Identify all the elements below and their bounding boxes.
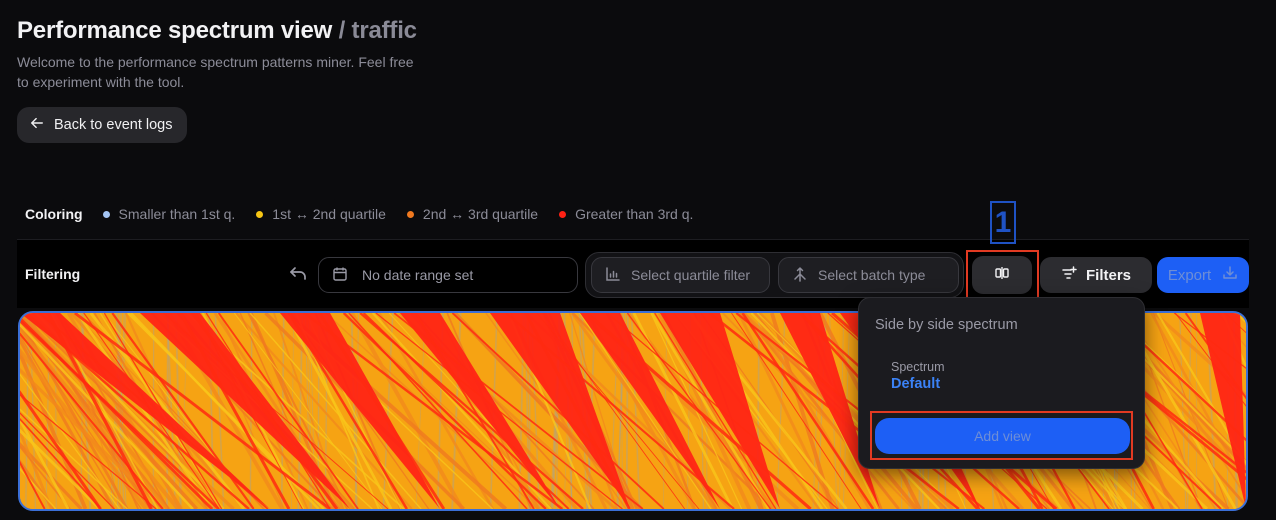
legend-item-q2-q3: 2nd ↔ 3rd quartile	[406, 206, 539, 222]
legend-dot-icon	[559, 210, 567, 218]
highlight-side-by-side-button	[966, 250, 1039, 299]
export-button[interactable]: Export	[1157, 257, 1249, 293]
page-title-main: Performance spectrum view	[17, 17, 333, 44]
filters-button[interactable]: Filters	[1040, 257, 1152, 293]
legend-item-q1-q2: 1st ↔ 2nd quartile	[256, 206, 386, 222]
spectrum-value[interactable]: Default	[891, 376, 940, 392]
legend-label: 1st ↔ 2nd quartile	[272, 206, 386, 222]
batch-type-select[interactable]: Select batch type	[778, 257, 959, 293]
quartile-filter-select[interactable]: Select quartile filter	[591, 257, 770, 293]
annotation-marker: 1	[990, 201, 1016, 244]
download-icon	[1222, 265, 1238, 285]
date-range-placeholder: No date range set	[362, 267, 474, 283]
popover-title: Side by side spectrum	[875, 317, 1018, 333]
page-description: Welcome to the performance spectrum patt…	[17, 54, 414, 90]
date-range-picker[interactable]: No date range set	[318, 257, 578, 293]
legend-label: 2nd ↔ 3rd quartile	[422, 206, 539, 222]
coloring-label: Coloring	[25, 206, 83, 222]
coloring-legend: Coloring Smaller than 1st q. 1st ↔ 2nd q…	[25, 204, 714, 224]
quartile-batch-filter-group: Select quartile filter Select batch type	[585, 252, 964, 298]
legend-dot-icon	[102, 210, 110, 218]
highlight-add-view-button	[870, 411, 1133, 460]
back-to-event-logs-button[interactable]: Back to event logs	[17, 107, 187, 143]
legend-label: Smaller than 1st q.	[118, 206, 236, 222]
legend-dot-icon	[256, 210, 264, 218]
merge-icon	[792, 266, 808, 285]
filter-lines-plus-icon	[1061, 265, 1077, 285]
bar-chart-icon	[605, 266, 621, 285]
batch-type-placeholder: Select batch type	[818, 267, 926, 283]
page-title: Performance spectrum view / traffic	[17, 17, 417, 45]
legend-item-smaller-than-q1: Smaller than 1st q.	[102, 206, 236, 222]
filtering-label: Filtering	[25, 266, 81, 282]
calendar-icon	[332, 266, 348, 285]
page-title-log: / traffic	[338, 17, 417, 44]
filters-button-label: Filters	[1085, 266, 1131, 284]
legend-label: Greater than 3rd q.	[575, 206, 694, 222]
back-button-label: Back to event logs	[54, 117, 173, 133]
quartile-filter-placeholder: Select quartile filter	[631, 267, 751, 283]
legend-item-greater-than-q3: Greater than 3rd q.	[559, 206, 693, 222]
arrow-left-icon	[30, 116, 44, 134]
undo-icon[interactable]	[288, 264, 308, 284]
spectrum-label: Spectrum	[891, 360, 945, 374]
export-button-label: Export	[1167, 266, 1212, 284]
legend-dot-icon	[406, 210, 414, 218]
